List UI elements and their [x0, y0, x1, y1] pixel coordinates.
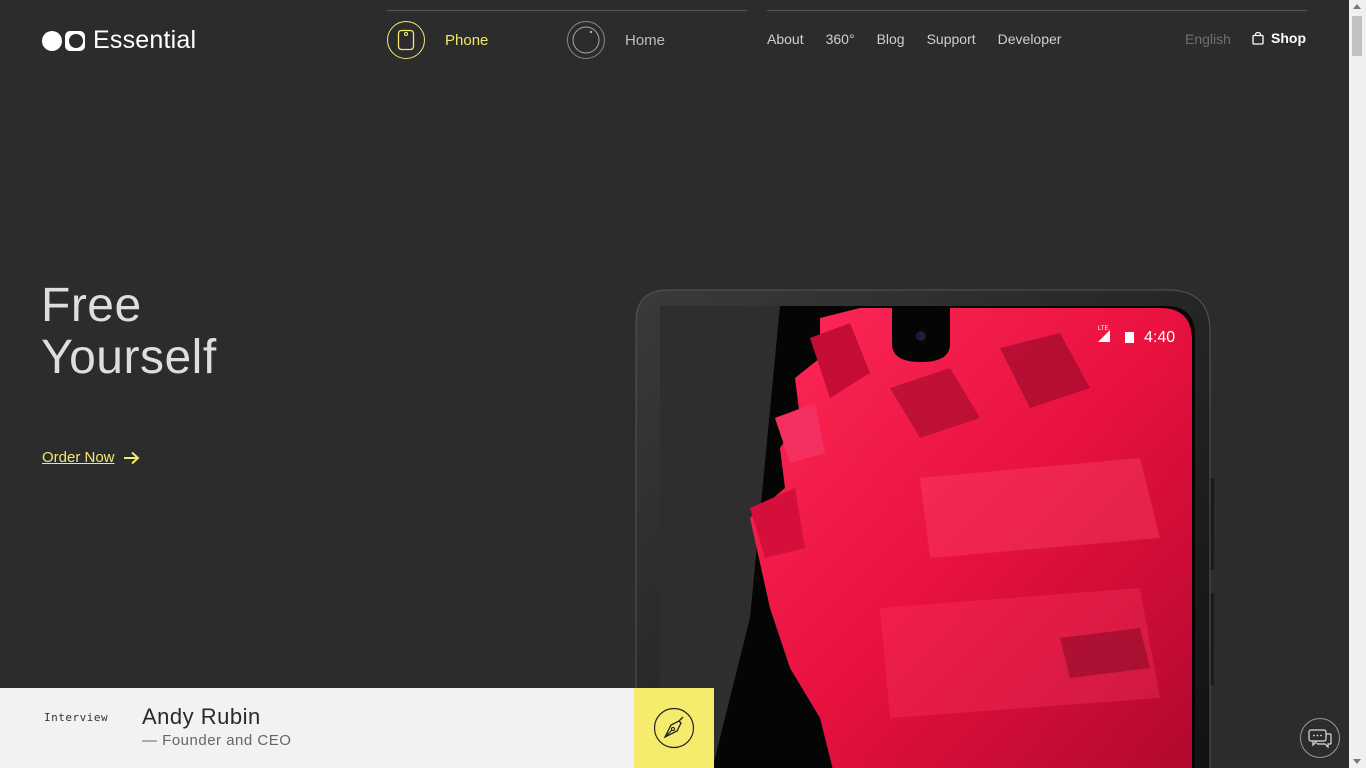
- products-divider: [387, 10, 747, 11]
- chat-button[interactable]: [1300, 718, 1340, 758]
- svg-text:LTE: LTE: [1098, 326, 1109, 332]
- product-home-label: Home: [625, 31, 666, 49]
- logo-dot: [42, 30, 62, 51]
- page-scrollbar[interactable]: [1349, 0, 1366, 768]
- scroll-down-arrow-icon[interactable]: [1353, 759, 1361, 764]
- language-selector[interactable]: English: [1185, 31, 1231, 47]
- phone-clock: 4:40: [1144, 329, 1175, 346]
- order-now-label: Order Now: [42, 449, 115, 466]
- brand-logo[interactable]: Essential: [42, 26, 196, 55]
- interview-role: — Founder and CEO: [142, 732, 292, 749]
- logo-square: [65, 30, 85, 51]
- shopping-bag-icon: [1252, 31, 1264, 45]
- hero-title: Free Yourself: [41, 280, 217, 384]
- nav-support[interactable]: Support: [927, 31, 976, 47]
- interview-panel[interactable]: Interview Andy Rubin — Founder and CEO: [0, 688, 634, 768]
- interview-tag: Interview: [44, 711, 109, 724]
- interview-open-button[interactable]: [634, 688, 714, 768]
- product-home-link[interactable]: Home: [567, 21, 665, 59]
- shop-link[interactable]: Shop: [1252, 30, 1306, 46]
- brand-name: Essential: [93, 26, 197, 54]
- pen-nib-icon: [653, 707, 695, 749]
- nav-360[interactable]: 360°: [826, 31, 855, 47]
- product-phone-link[interactable]: Phone: [387, 21, 488, 59]
- interview-name: Andy Rubin: [142, 704, 261, 729]
- logo-mark-icon: [42, 30, 85, 51]
- hero-title-line1: Free: [41, 279, 142, 332]
- nav-divider: [767, 10, 1307, 11]
- home-device-icon: [567, 21, 605, 59]
- phone-icon: [387, 21, 425, 59]
- arrow-right-icon: [123, 451, 140, 464]
- nav-about[interactable]: About: [767, 31, 804, 47]
- nav-blog[interactable]: Blog: [877, 31, 905, 47]
- chat-icon: [1308, 729, 1332, 749]
- hero-title-line2: Yourself: [41, 331, 217, 384]
- nav-developer[interactable]: Developer: [998, 31, 1062, 47]
- scroll-up-arrow-icon[interactable]: [1353, 4, 1361, 9]
- product-phone-label: Phone: [445, 31, 489, 49]
- scroll-thumb[interactable]: [1352, 16, 1362, 56]
- order-now-link[interactable]: Order Now: [42, 449, 140, 466]
- shop-label: Shop: [1271, 30, 1306, 46]
- main-nav: About 360° Blog Support Developer: [767, 31, 1061, 47]
